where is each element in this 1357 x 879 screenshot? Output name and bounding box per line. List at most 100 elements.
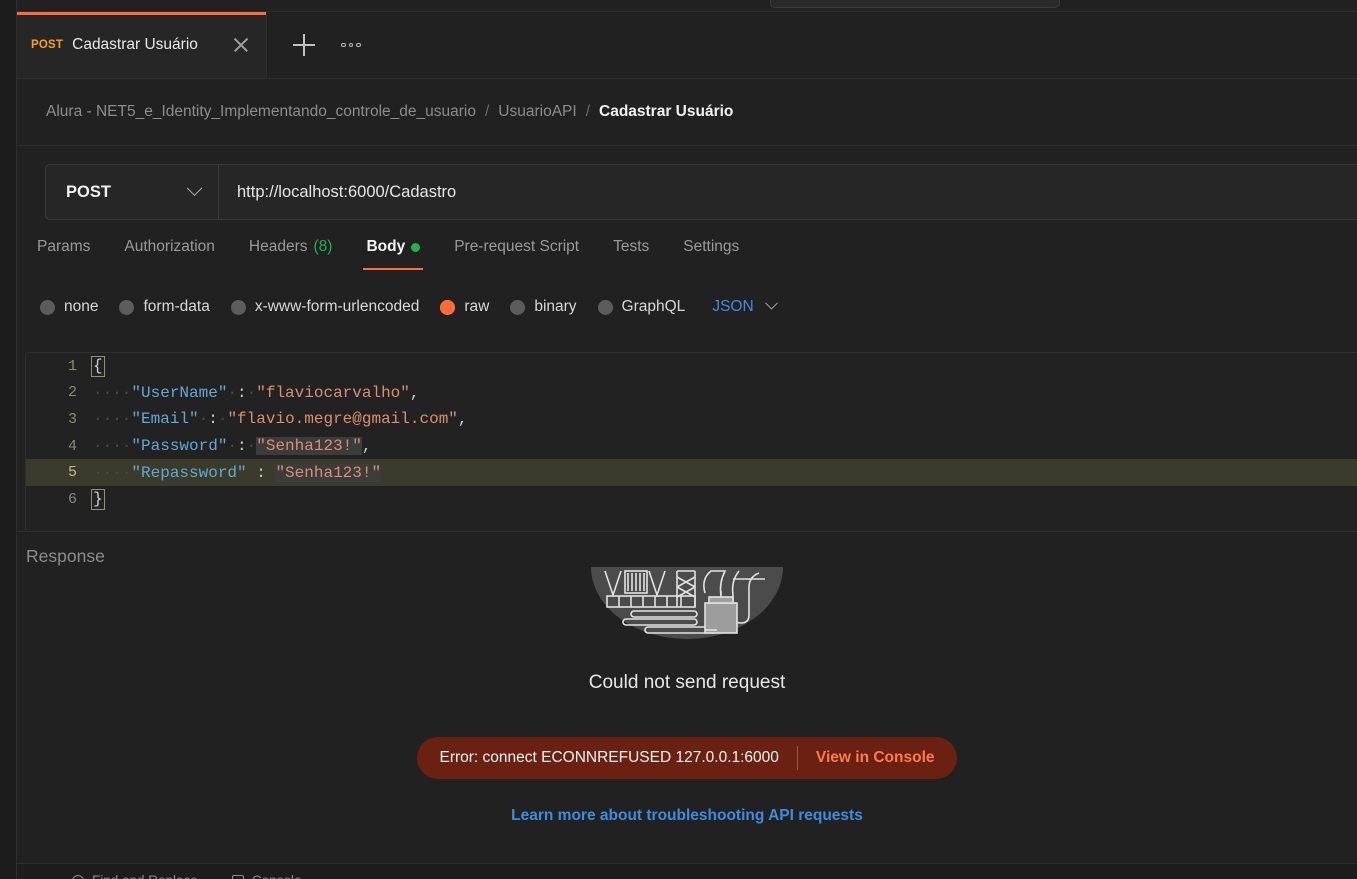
chevron-down-icon xyxy=(186,179,203,196)
radio-form-data[interactable]: form-data xyxy=(119,298,210,316)
radio-icon xyxy=(597,299,613,315)
radio-raw[interactable]: raw xyxy=(440,298,489,316)
tab-pre-request-script-label: Pre-request Script xyxy=(454,238,580,255)
radio-x-www-form-urlencoded[interactable]: x-www-form-urlencoded xyxy=(230,298,420,316)
code-token-ws: ···· xyxy=(93,437,132,456)
find-and-replace-label: Find and Replace xyxy=(92,873,198,879)
body-modified-dot-icon xyxy=(411,242,421,252)
radio-none-label: none xyxy=(64,298,99,315)
http-method-select[interactable]: POST xyxy=(46,165,219,219)
tab-body[interactable]: Body xyxy=(349,238,437,270)
breadcrumb-folder[interactable]: UsuarioAPI xyxy=(498,103,576,121)
tab-params-label: Params xyxy=(37,238,91,255)
view-in-console-button[interactable]: View in Console xyxy=(798,749,935,767)
radio-binary[interactable]: binary xyxy=(510,298,577,316)
radio-selected-icon xyxy=(440,299,456,315)
radio-x-www-form-urlencoded-label: x-www-form-urlencoded xyxy=(254,298,420,315)
tab-params[interactable]: Params xyxy=(37,238,107,270)
code-token-ws: ···· xyxy=(93,410,132,429)
radio-icon xyxy=(510,299,526,315)
troubleshooting-link[interactable]: Learn more about troubleshooting API req… xyxy=(511,807,863,825)
left-sidebar-rail xyxy=(0,0,17,879)
request-section-tabs: Params Authorization Headers (8) Body Pr… xyxy=(37,238,756,270)
console-button[interactable]: Console xyxy=(231,873,302,879)
code-line-content: { xyxy=(91,355,105,377)
code-token-str: "flavio.megre@gmail.com" xyxy=(227,410,458,429)
ellipsis-icon[interactable] xyxy=(341,42,361,48)
tab-authorization-label: Authorization xyxy=(124,238,215,255)
top-header-strip xyxy=(17,0,1357,12)
code-token-str_hl: "Senha123!" xyxy=(275,463,382,482)
radio-form-data-label: form-data xyxy=(143,298,210,315)
radio-icon xyxy=(230,299,246,315)
tab-pre-request-script[interactable]: Pre-request Script xyxy=(437,238,596,270)
body-format-select[interactable]: JSON xyxy=(712,296,778,316)
breadcrumb-collection[interactable]: Alura - NET5_e_Identity_Implementando_co… xyxy=(46,103,476,121)
tab-headers[interactable]: Headers (8) xyxy=(232,238,350,270)
tab-headers-count: (8) xyxy=(313,238,333,255)
radio-graphql[interactable]: GraphQL xyxy=(597,298,686,316)
breadcrumb-separator: / xyxy=(585,103,590,120)
breadcrumb: Alura - NET5_e_Identity_Implementando_co… xyxy=(17,79,1357,146)
code-token-ws: · xyxy=(227,383,238,402)
http-method-value: POST xyxy=(66,182,111,201)
code-token-str_hl: "Senha123!" xyxy=(256,437,362,456)
line-number: 5 xyxy=(67,464,77,482)
code-token-ws: ···· xyxy=(93,463,132,482)
request-url-input[interactable]: http://localhost:6000/Cadastro xyxy=(219,165,1357,219)
request-body-editor[interactable]: 1{2 ····"UserName"·:·"flaviocarvalho", 3 ··… xyxy=(25,352,1357,530)
code-line-content: ····"Repassword" : "Senha123!" xyxy=(93,463,382,482)
code-token-str: "flaviocarvalho" xyxy=(256,383,410,402)
code-line[interactable]: 2 ····"UserName"·:·"flaviocarvalho", xyxy=(26,380,1357,407)
plus-icon[interactable] xyxy=(293,34,315,56)
status-bar: Find and Replace Console xyxy=(17,863,1357,879)
line-number: 4 xyxy=(67,437,77,455)
request-tab-method: POST xyxy=(31,39,64,51)
code-token-brace_box: } xyxy=(91,488,105,510)
code-token-ws xyxy=(247,464,257,482)
global-search-input[interactable] xyxy=(770,0,1060,8)
close-icon[interactable] xyxy=(230,34,252,56)
console-label: Console xyxy=(252,873,302,879)
search-icon xyxy=(72,874,84,879)
code-token-punc: : xyxy=(237,383,247,402)
radio-icon xyxy=(40,299,55,315)
code-token-ws: ···· xyxy=(93,383,132,402)
body-format-value: JSON xyxy=(712,298,754,315)
code-line-content: ····"Password"·:·"Senha123!", xyxy=(93,437,371,456)
radio-raw-label: raw xyxy=(464,298,490,315)
radio-binary-label: binary xyxy=(534,298,577,315)
tab-settings-label: Settings xyxy=(683,238,740,255)
code-token-punc: : xyxy=(208,410,218,429)
line-number: 2 xyxy=(67,384,77,402)
code-line[interactable]: 4 ····"Password"·:·"Senha123!", xyxy=(26,433,1357,460)
terminal-icon xyxy=(231,874,244,879)
code-line[interactable]: 5 ····"Repassword" : "Senha123!" xyxy=(26,459,1357,486)
body-type-radio-group: none form-data x-www-form-urlencoded raw… xyxy=(40,296,778,316)
tab-settings[interactable]: Settings xyxy=(666,238,756,270)
code-token-ws: · xyxy=(246,437,257,456)
code-line[interactable]: 3 ····"Email"·:·"flavio.megre@gmail.com", xyxy=(26,406,1357,433)
tab-headers-label: Headers xyxy=(248,238,308,255)
code-line[interactable]: 6} xyxy=(26,486,1357,513)
radio-graphql-label: GraphQL xyxy=(621,298,686,315)
chevron-down-icon xyxy=(764,296,778,310)
tab-tests-label: Tests xyxy=(613,238,650,255)
code-line-content: } xyxy=(91,488,105,510)
code-token-ws: · xyxy=(227,437,238,456)
code-line[interactable]: 1{ xyxy=(26,353,1357,380)
error-banner: Error: connect ECONNREFUSED 127.0.0.1:60… xyxy=(417,737,957,779)
breadcrumb-current: Cadastrar Usuário xyxy=(599,103,734,120)
code-token-ws: · xyxy=(198,410,209,429)
code-line-content: ····"UserName"·:·"flaviocarvalho", xyxy=(93,384,419,402)
find-and-replace-button[interactable]: Find and Replace xyxy=(72,873,198,879)
request-tab-cadastrar-usuario[interactable]: POST Cadastrar Usuário xyxy=(17,12,267,78)
code-token-brace_box: { xyxy=(91,355,105,377)
tab-authorization[interactable]: Authorization xyxy=(107,238,231,270)
code-token-ws: · xyxy=(217,410,228,429)
tab-tests[interactable]: Tests xyxy=(596,238,666,270)
code-token-key: "Email" xyxy=(131,410,199,429)
radio-none[interactable]: none xyxy=(40,298,98,316)
code-token-key: "Repassword" xyxy=(131,463,247,482)
code-token-key: "UserName" xyxy=(131,383,228,402)
